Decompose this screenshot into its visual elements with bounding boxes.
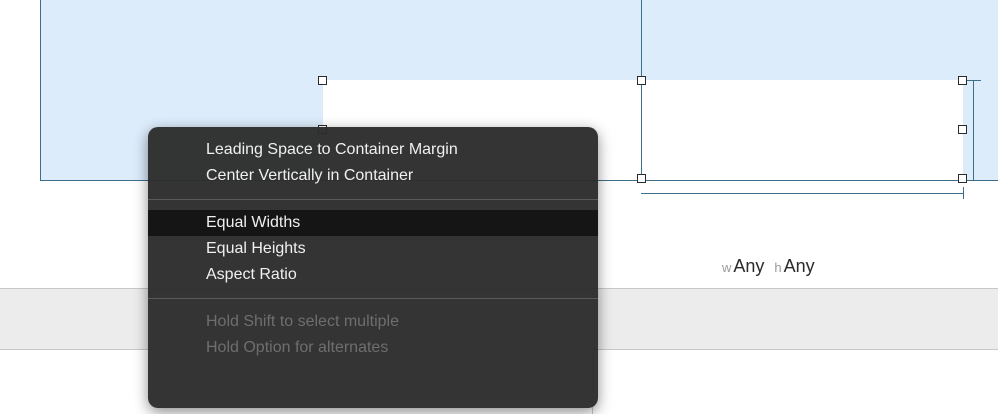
height-class-label: h	[774, 260, 782, 275]
width-class-label: w	[722, 260, 732, 275]
menu-item-equal-heights[interactable]: Equal Heights	[148, 236, 598, 262]
width-constraint-end-tick	[963, 187, 964, 199]
trailing-constraint-top-tick	[967, 80, 981, 81]
menu-item-center-vertically[interactable]: Center Vertically in Container	[148, 163, 598, 189]
subview-left-edge-line	[641, 80, 642, 180]
resize-handle-top-middle[interactable]	[637, 76, 646, 85]
resize-handle-middle-right[interactable]	[958, 125, 967, 134]
width-constraint-line	[641, 193, 964, 194]
width-class-value: Any	[733, 256, 765, 276]
menu-item-equal-widths[interactable]: Equal Widths	[148, 210, 598, 236]
height-class-value: Any	[783, 256, 815, 276]
resize-handle-top-right[interactable]	[958, 76, 967, 85]
resize-handle-bottom-right[interactable]	[958, 174, 967, 183]
trailing-constraint-line	[973, 80, 974, 180]
constraint-context-menu: Leading Space to Container Margin Center…	[148, 127, 598, 408]
menu-separator	[148, 298, 598, 299]
menu-item-leading-space[interactable]: Leading Space to Container Margin	[148, 137, 598, 163]
size-class-indicator[interactable]: w Any h Any	[722, 256, 815, 277]
menu-hint-hold-option: Hold Option for alternates	[206, 339, 389, 356]
menu-hint-hold-shift: Hold Shift to select multiple	[206, 313, 399, 330]
menu-separator	[148, 199, 598, 200]
menu-item-aspect-ratio[interactable]: Aspect Ratio	[148, 262, 598, 288]
resize-handle-bottom-middle[interactable]	[637, 174, 646, 183]
resize-handle-top-left[interactable]	[318, 76, 327, 85]
